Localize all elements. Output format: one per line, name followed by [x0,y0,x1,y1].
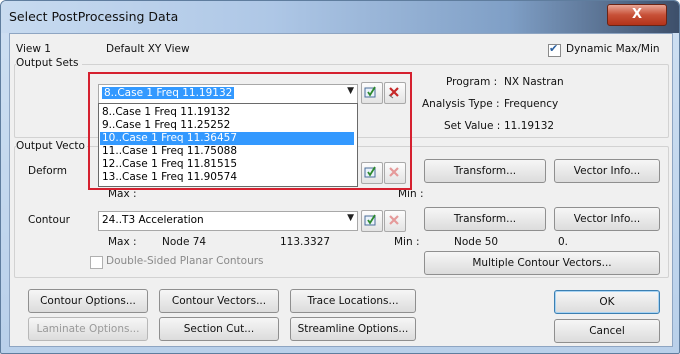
contour-min-value: 0. [558,236,569,248]
contour-min-node: Node 50 [454,236,499,248]
close-button[interactable]: X [607,4,667,26]
double-sided-label: Double-Sided Planar Contours [106,255,264,267]
laminate-options-button[interactable]: Laminate Options... [28,317,148,341]
trace-locations-button[interactable]: Trace Locations... [290,289,416,313]
program-value: NX Nastran [504,76,564,88]
title-bar[interactable]: Select PostProcessing Data X [1,1,679,33]
section-cut-button[interactable]: Section Cut... [159,317,279,341]
contour-options-button[interactable]: Contour Options... [28,289,148,313]
contour-vector-info-button[interactable]: Vector Info... [554,207,660,231]
cancel-button[interactable]: Cancel [554,319,660,343]
dialog-window: Select PostProcessing Data X View 1 Defa… [0,0,680,354]
double-sided-checkbox[interactable] [90,256,103,269]
select-icon [364,214,376,226]
contour-max-label: Max : [108,236,137,248]
deform-transform-button[interactable]: Transform... [424,159,546,183]
delete-icon [389,215,399,225]
contour-vector-select[interactable]: 24..T3 Acceleration ▼ [98,211,358,231]
ok-button[interactable]: OK [554,290,660,314]
output-sets-label: Output Sets [16,57,82,69]
view-label: View 1 [16,43,51,55]
contour-label: Contour [28,214,70,226]
program-label: Program : [446,76,498,88]
view-name: Default XY View [106,43,190,55]
set-value-label: Set Value : [444,120,501,132]
dynamic-maxmin-label: Dynamic Max/Min [566,43,660,55]
window-title: Select PostProcessing Data [9,9,179,24]
dialog-body: View 1 Default XY View Dynamic Max/Min O… [9,33,673,347]
close-icon: X [631,7,643,22]
contour-max-value: 113.3327 [280,236,331,248]
set-value-value: 11.19132 [504,120,555,132]
contour-transform-button[interactable]: Transform... [424,207,546,231]
contour-select-button[interactable] [361,210,383,232]
analysis-type-value: Frequency [504,98,559,110]
output-vectors-label: Output Vecto [16,140,87,152]
dynamic-maxmin-checkbox[interactable] [548,42,561,57]
contour-max-node: Node 74 [162,236,207,248]
contour-vectors-button[interactable]: Contour Vectors... [159,289,279,313]
streamline-options-button[interactable]: Streamline Options... [290,317,416,341]
multiple-contour-vectors-button[interactable]: Multiple Contour Vectors... [424,251,660,275]
analysis-type-label: Analysis Type : [422,98,500,110]
contour-delete-button[interactable] [384,210,406,232]
deform-label: Deform [28,165,68,177]
contour-min-label: Min : [394,236,420,248]
annotation-highlight-box [88,72,412,190]
deform-vector-info-button[interactable]: Vector Info... [554,159,660,183]
contour-vector-value: 24..T3 Acceleration [102,214,204,226]
dropdown-arrow-icon: ▼ [347,213,354,223]
